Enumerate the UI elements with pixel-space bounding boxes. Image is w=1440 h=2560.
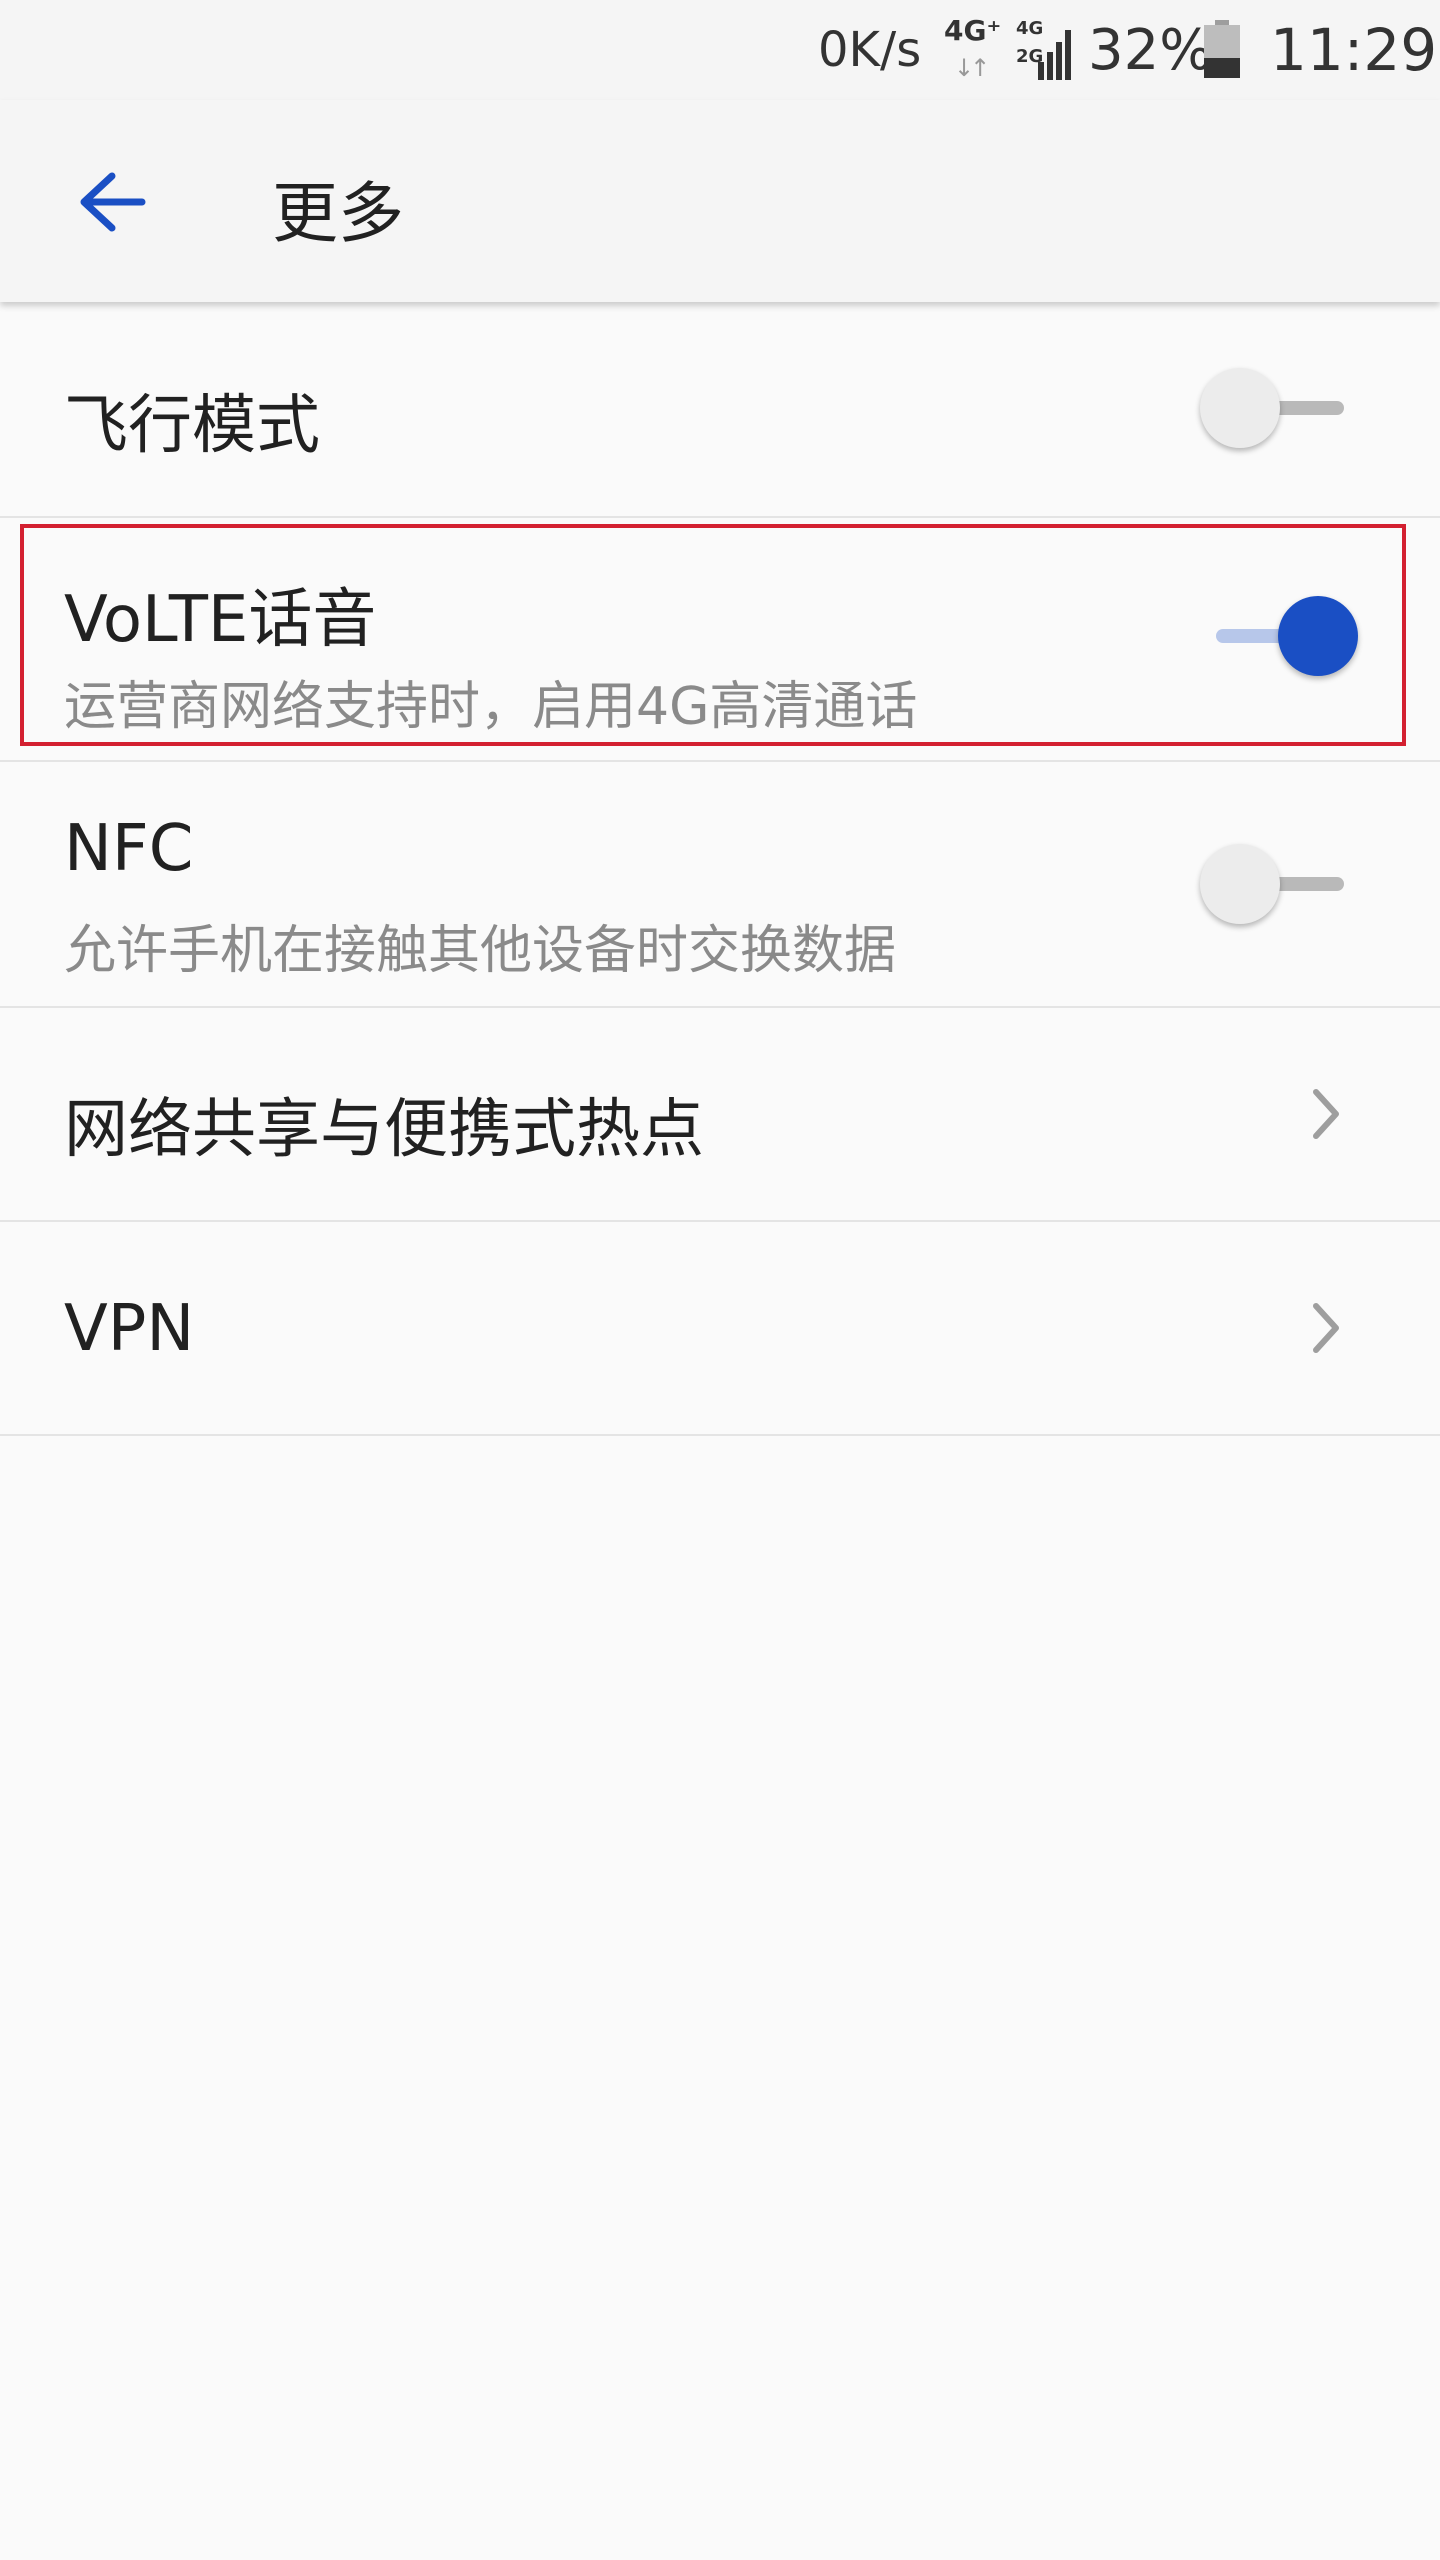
status-bar: 0K/s 4G⁺ ↓↑ 4G 2G 32% 11:29 bbox=[0, 0, 1440, 100]
signal-icon: 4G 2G bbox=[1016, 18, 1076, 80]
page-title: 更多 bbox=[272, 175, 404, 252]
nfc-switch[interactable] bbox=[1200, 840, 1360, 930]
switch-thumb bbox=[1200, 844, 1280, 924]
airplane-mode-title: 飞行模式 bbox=[64, 389, 320, 463]
volte-row[interactable]: VoLTE话音 运营商网络支持时，启用4G高清通话 bbox=[0, 518, 1440, 762]
vpn-row[interactable]: VPN bbox=[0, 1222, 1440, 1436]
chevron-right-icon bbox=[1313, 1303, 1339, 1353]
network-type-label: 4G⁺ bbox=[944, 14, 1002, 47]
clock: 11:29 bbox=[1270, 16, 1438, 84]
signal-bars-icon bbox=[1038, 30, 1071, 80]
airplane-mode-row[interactable]: 飞行模式 bbox=[0, 302, 1440, 518]
nfc-title: NFC bbox=[64, 812, 194, 886]
nfc-summary: 允许手机在接触其他设备时交换数据 bbox=[64, 921, 897, 981]
volte-switch[interactable] bbox=[1200, 592, 1360, 682]
arrow-left-icon bbox=[80, 172, 146, 232]
app-bar: 更多 bbox=[0, 100, 1440, 302]
vpn-title: VPN bbox=[64, 1292, 195, 1366]
settings-list: 飞行模式 VoLTE话音 运营商网络支持时，启用4G高清通话 NFC 允许手机在… bbox=[0, 302, 1440, 1436]
battery-icon bbox=[1204, 20, 1240, 78]
battery-percent: 32% bbox=[1088, 18, 1213, 83]
data-activity-icon: ↓↑ bbox=[954, 54, 990, 82]
volte-summary: 运营商网络支持时，启用4G高清通话 bbox=[64, 677, 918, 737]
switch-thumb bbox=[1200, 368, 1280, 448]
nfc-row[interactable]: NFC 允许手机在接触其他设备时交换数据 bbox=[0, 762, 1440, 1008]
switch-thumb bbox=[1278, 596, 1358, 676]
airplane-mode-switch[interactable] bbox=[1200, 364, 1360, 454]
network-speed: 0K/s bbox=[818, 22, 922, 78]
chevron-right-icon bbox=[1313, 1089, 1339, 1139]
network-4g-icon: 4G⁺ ↓↑ bbox=[944, 14, 1004, 84]
tethering-hotspot-title: 网络共享与便携式热点 bbox=[64, 1093, 704, 1167]
back-button[interactable] bbox=[60, 152, 164, 252]
tethering-hotspot-row[interactable]: 网络共享与便携式热点 bbox=[0, 1008, 1440, 1222]
volte-title: VoLTE话音 bbox=[64, 583, 377, 657]
